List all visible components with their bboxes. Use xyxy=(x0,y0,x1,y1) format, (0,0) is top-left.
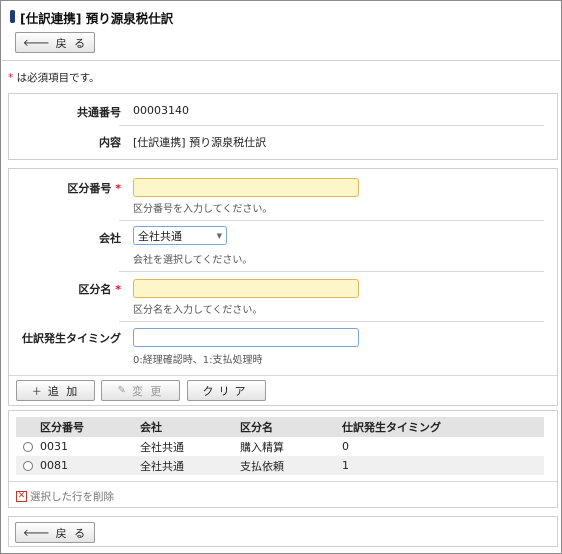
row-company: 全社共通 xyxy=(138,456,238,475)
arrow-left-icon: 🡐 xyxy=(22,37,50,49)
info-row-divider xyxy=(119,125,544,126)
title-marker-icon xyxy=(10,10,15,23)
row-name: 支払依頼 xyxy=(238,456,340,475)
company-select-value: 全社共通 xyxy=(138,229,182,243)
code-hint: 区分番号を入力してください。 xyxy=(133,204,273,215)
table-header-timing: 仕訳発生タイミング xyxy=(340,417,544,437)
clear-button[interactable]: クリア xyxy=(187,380,266,401)
row-radio[interactable] xyxy=(23,442,33,452)
arrow-left-icon: 🡐 xyxy=(22,527,50,539)
delete-selected-link[interactable]: ✕ 選択した行を削除 xyxy=(16,489,114,504)
edit-button[interactable]: ✎ 変 更 xyxy=(101,380,180,401)
timing-label: 仕訳発生タイミング xyxy=(22,332,121,345)
code-input[interactable] xyxy=(133,178,359,197)
row-timing: 1 xyxy=(340,456,544,475)
clear-button-label: クリア xyxy=(202,384,251,398)
timing-hint: 0:経理確認時、1:支払処理時 xyxy=(133,355,263,366)
name-label-text: 区分名 xyxy=(78,283,112,296)
timing-input[interactable] xyxy=(133,328,359,347)
x-box-icon: ✕ xyxy=(16,491,27,502)
table-header-code: 区分番号 xyxy=(38,417,138,437)
row-select-cell xyxy=(16,456,38,475)
add-button-label: 追 加 xyxy=(47,384,80,398)
row-company: 全社共通 xyxy=(138,437,238,456)
add-button[interactable]: ＋ 追 加 xyxy=(16,380,95,401)
company-label: 会社 xyxy=(99,232,121,245)
table-footer-divider xyxy=(9,481,557,482)
code-required-star: * xyxy=(115,182,121,195)
back-button-top[interactable]: 🡐 戻 る xyxy=(15,32,95,53)
chevron-down-icon: ▼ xyxy=(216,231,222,240)
plus-icon: ＋ xyxy=(31,387,42,398)
table-header-name: 区分名 xyxy=(238,417,340,437)
row-code: 0081 xyxy=(38,456,138,475)
page-title: [仕訳連携] 預り源泉税仕訳 xyxy=(20,11,174,26)
row-timing: 0 xyxy=(340,437,544,456)
common-no-label: 共通番号 xyxy=(77,106,121,119)
table-header-row: 区分番号 会社 区分名 仕訳発生タイミング xyxy=(16,417,544,437)
table-header-company: 会社 xyxy=(138,417,238,437)
company-select[interactable]: 全社共通 ▼ xyxy=(133,226,227,245)
form-row-divider-2 xyxy=(119,271,544,272)
back-button-label: 戻 る xyxy=(55,36,88,50)
code-label: 区分番号 * xyxy=(31,180,121,196)
category-table: 区分番号 会社 区分名 仕訳発生タイミング 0031 全社共通 購入精算 0 0… xyxy=(16,417,544,475)
table-header-select xyxy=(16,417,38,437)
name-hint: 区分名を入力してください。 xyxy=(133,305,263,316)
edit-button-label: 変 更 xyxy=(131,384,164,398)
delete-selected-label: 選択した行を削除 xyxy=(30,491,114,503)
required-note: * は必須項目です。 xyxy=(8,70,100,85)
title-bar: [仕訳連携] 預り源泉税仕訳 xyxy=(2,2,560,30)
content-label: 内容 xyxy=(99,136,121,149)
table-row[interactable]: 0081 全社共通 支払依頼 1 xyxy=(16,456,544,475)
name-required-star: * xyxy=(115,283,121,296)
name-label: 区分名 * xyxy=(31,281,121,297)
required-note-text: は必須項目です。 xyxy=(13,72,100,84)
content-value: [仕訳連携] 預り源泉税仕訳 xyxy=(133,136,267,149)
header-divider xyxy=(2,60,560,61)
row-select-cell xyxy=(16,437,38,456)
back-button-bottom[interactable]: 🡐 戻 る xyxy=(15,522,95,543)
back-button-label: 戻 る xyxy=(55,526,88,540)
company-hint: 会社を選択してください。 xyxy=(133,255,253,266)
row-radio[interactable] xyxy=(23,461,33,471)
row-code: 0031 xyxy=(38,437,138,456)
common-no-value: 00003140 xyxy=(133,104,189,117)
pencil-icon: ✎ xyxy=(117,385,126,396)
form-row-divider-1 xyxy=(119,220,544,221)
table-row[interactable]: 0031 全社共通 購入精算 0 xyxy=(16,437,544,456)
form-row-divider-3 xyxy=(119,321,544,322)
window: [仕訳連携] 預り源泉税仕訳 🡐 戻 る * は必須項目です。 共通番号 000… xyxy=(0,0,562,554)
code-label-text: 区分番号 xyxy=(67,182,112,195)
name-input[interactable] xyxy=(133,279,359,298)
form-button-divider xyxy=(9,375,557,376)
row-name: 購入精算 xyxy=(238,437,340,456)
